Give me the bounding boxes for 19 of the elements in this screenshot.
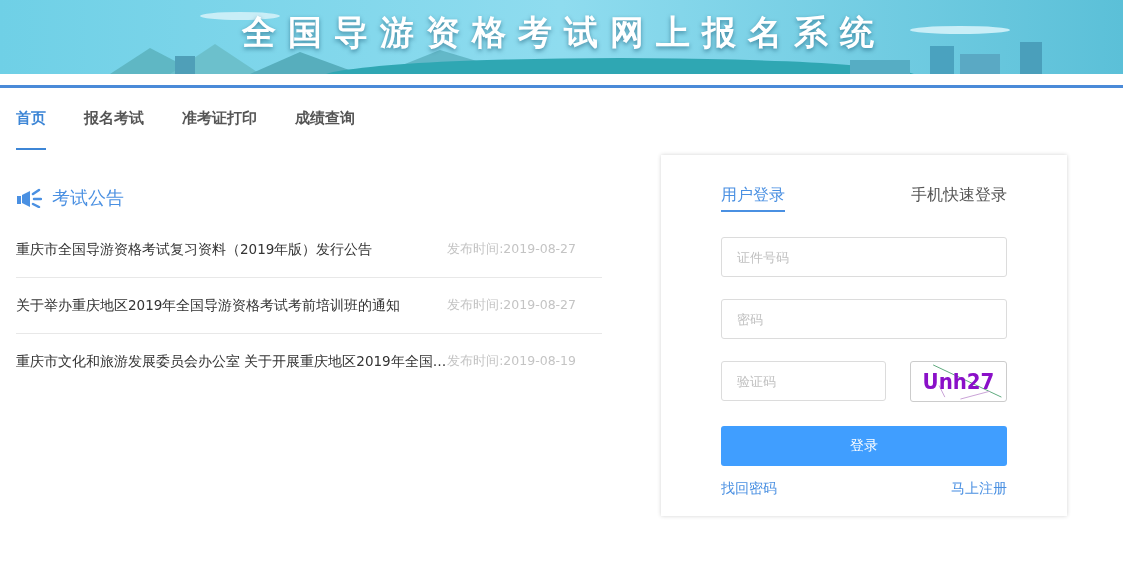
password-field[interactable]: 密码 — [721, 299, 1007, 339]
megaphone-icon — [16, 188, 42, 208]
login-tab[interactable]: 手机快速登录 — [911, 185, 1007, 212]
publish-date: 发布时间:2019-08-27 — [447, 241, 577, 258]
link[interactable]: 马上注册 — [951, 480, 1007, 498]
captcha-field[interactable]: 验证码 — [721, 361, 886, 401]
notice-link[interactable]: 重庆市文化和旅游发展委员会办公室 关于开展重庆地区2019年全国… — [16, 352, 447, 371]
nav-tab[interactable]: 报名考试 — [84, 88, 144, 150]
site-title: 全国导游资格考试网上报名系统 — [242, 11, 886, 54]
notice-link[interactable]: 重庆市全国导游资格考试复习资料（2019年版）发行公告 — [16, 240, 373, 259]
nav-tab[interactable]: 准考证打印 — [182, 88, 257, 150]
section-title: 考试公告 — [52, 186, 124, 210]
captcha-image[interactable]: Unh27 — [910, 361, 1007, 402]
nav-tab[interactable]: 首页 — [16, 88, 46, 150]
id-number-field[interactable]: 证件号码 — [721, 237, 1007, 277]
notice-link[interactable]: 关于举办重庆地区2019年全国导游资格考试考前培训班的通知 — [16, 296, 401, 315]
publish-date: 发布时间:2019-08-27 — [447, 297, 577, 314]
publish-date: 发布时间:2019-08-19 — [447, 353, 577, 370]
nav-tab[interactable]: 成绩查询 — [295, 88, 355, 150]
